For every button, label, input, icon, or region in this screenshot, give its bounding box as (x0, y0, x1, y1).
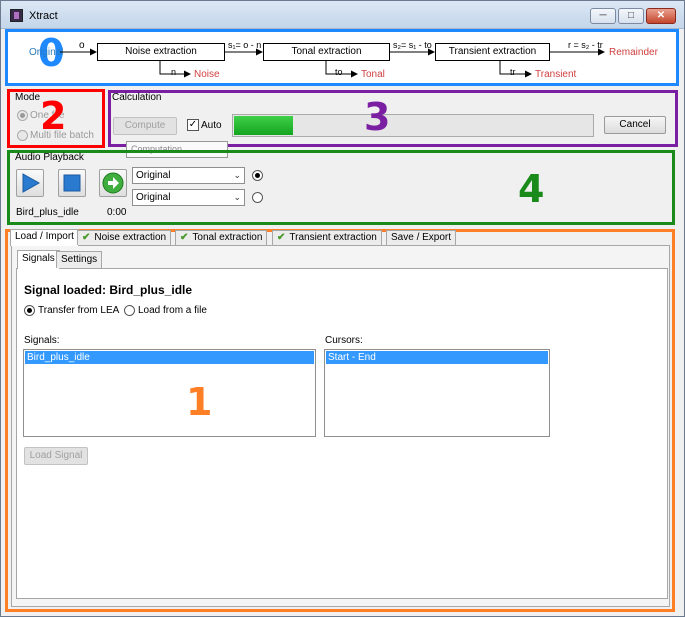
signal-loaded-heading: Signal loaded: Bird_plus_idle (24, 283, 193, 297)
transfer-from-lea-radio[interactable] (24, 305, 35, 316)
noise-symbol: n (171, 67, 177, 77)
playback-select-1-value: Original (136, 170, 171, 181)
formula-s1: s₁= o - n (228, 40, 262, 50)
tab-noise-extraction[interactable]: ✔ Noise extraction (77, 230, 172, 245)
cursors-label: Cursors: (325, 335, 363, 346)
tonal-extraction-stage: Tonal extraction (263, 43, 390, 61)
tab-load-import[interactable]: Load / Import (10, 229, 79, 246)
load-from-file-label: Load from a file (138, 305, 207, 316)
tab-load-import-label: Load / Import (15, 231, 74, 242)
stop-icon (63, 174, 81, 192)
playback-signal-name: Bird_plus_idle (16, 207, 79, 218)
next-button[interactable] (99, 169, 127, 197)
tab-save-export[interactable]: Save / Export (386, 230, 457, 245)
tab-tonal-extraction-label: Tonal extraction (192, 232, 263, 243)
playback-time: 0:00 (107, 207, 127, 218)
noise-output-label: Noise (194, 69, 220, 80)
mode-title: Mode (15, 92, 41, 103)
playback-select-2-radio[interactable] (252, 192, 263, 203)
subtab-settings[interactable]: Settings (56, 251, 103, 268)
audio-playback-title: Audio Playback (15, 152, 84, 163)
load-from-file-radio[interactable] (124, 305, 135, 316)
subtab-settings-label: Settings (61, 254, 98, 265)
mode-multi-file-radio[interactable] (17, 130, 28, 141)
transient-output-label: Transient (535, 69, 577, 80)
playback-select-1[interactable]: Original ⌄ (132, 167, 245, 184)
tonal-output-label: Tonal (361, 69, 385, 80)
playback-select-2[interactable]: Original ⌄ (132, 189, 245, 206)
play-button[interactable] (16, 169, 44, 197)
arrow-right-circle-icon (102, 172, 124, 194)
tab-transient-extraction[interactable]: ✔ Transient extraction (272, 230, 382, 245)
check-icon: ✔ (277, 232, 286, 243)
subtab-signals[interactable]: Signals (17, 250, 60, 269)
play-icon (22, 173, 41, 193)
subtab-signals-label: Signals (22, 253, 55, 264)
tab-save-export-label: Save / Export (391, 232, 452, 243)
formula-s2: s₂= s₁ - to (393, 40, 432, 50)
compute-button[interactable]: Compute (113, 117, 177, 135)
noise-extraction-stage: Noise extraction (97, 43, 225, 61)
tab-tonal-extraction[interactable]: ✔ Tonal extraction (175, 230, 268, 245)
transfer-from-lea-label: Transfer from LEA (38, 305, 120, 316)
stop-button[interactable] (58, 169, 86, 197)
cursors-listbox[interactable]: Start - End (324, 349, 550, 437)
signals-label: Signals: (24, 335, 60, 346)
transient-symbol: tr (510, 67, 516, 77)
annotation-3: 3 (364, 95, 391, 139)
load-signal-button[interactable]: Load Signal (24, 447, 88, 465)
chevron-down-icon: ⌄ (233, 192, 241, 202)
tab-noise-extraction-label: Noise extraction (94, 232, 167, 243)
check-icon: ✔ (82, 232, 91, 243)
remainder-label: Remainder (609, 47, 658, 58)
cancel-button[interactable]: Cancel (604, 116, 666, 134)
list-item[interactable]: Start - End (326, 351, 548, 364)
chevron-down-icon: ⌄ (233, 170, 241, 180)
auto-checkbox[interactable]: ✓ (187, 119, 199, 131)
mode-one-file-radio[interactable] (17, 110, 28, 121)
signals-listbox[interactable]: Bird_plus_idle (23, 349, 316, 437)
auto-label: Auto (201, 120, 222, 131)
annotation-1: 1 (186, 380, 213, 424)
calculation-title: Calculation (112, 92, 162, 103)
playback-select-2-value: Original (136, 192, 171, 203)
progress-fill (234, 116, 293, 135)
annotation-2: 2 (40, 94, 67, 138)
tab-transient-extraction-label: Transient extraction (289, 232, 377, 243)
formula-r: r = s₂ - tr (568, 40, 603, 50)
transient-extraction-stage: Transient extraction (435, 43, 550, 61)
annotation-4: 4 (518, 167, 545, 211)
progress-bar (232, 114, 594, 137)
list-item[interactable]: Bird_plus_idle (25, 351, 314, 364)
check-icon: ✔ (180, 232, 189, 243)
playback-select-1-radio[interactable] (252, 170, 263, 181)
tonal-symbol: to (335, 67, 343, 77)
